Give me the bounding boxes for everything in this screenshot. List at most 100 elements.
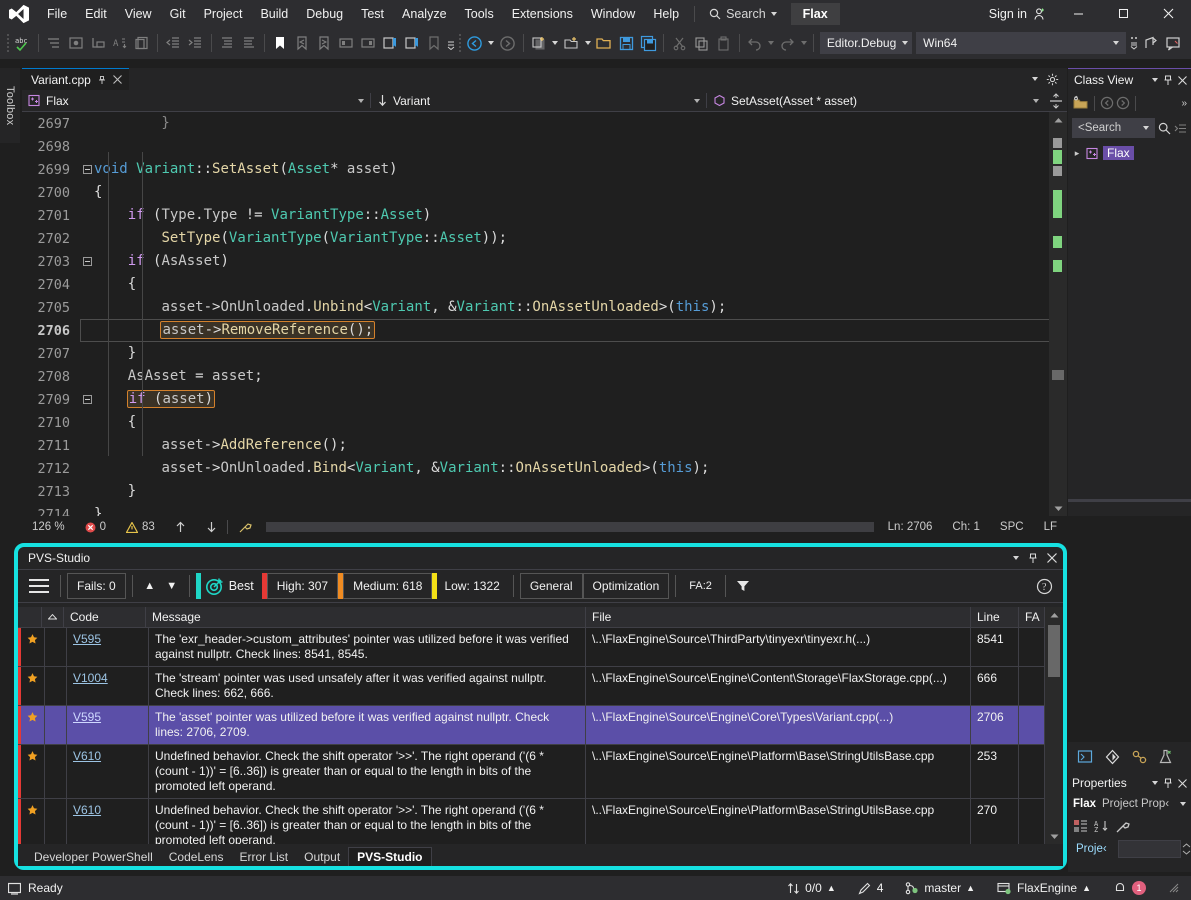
properties-menu-icon[interactable]: [1152, 781, 1158, 785]
solution-name-chip[interactable]: Flax: [791, 3, 840, 25]
pvs-table-body[interactable]: V595The 'exr_header->custom_attributes' …: [18, 628, 1063, 844]
navigate-forward-icon[interactable]: [1116, 96, 1130, 110]
code-line[interactable]: 2697 }: [22, 112, 1067, 135]
gear-icon[interactable]: [1046, 73, 1059, 86]
column-header-message[interactable]: Message: [146, 607, 586, 627]
cell-code[interactable]: V610: [67, 745, 149, 798]
close-icon[interactable]: [1178, 76, 1187, 85]
column-header-code[interactable]: Code: [64, 607, 146, 627]
pvs-best-filter[interactable]: Best: [201, 577, 262, 596]
split-editor-icon[interactable]: [1045, 90, 1067, 112]
tab-list-dropdown-icon[interactable]: [1032, 77, 1038, 81]
bookmark-clear-icon[interactable]: [423, 31, 445, 55]
fold-collapse-icon[interactable]: [80, 257, 94, 266]
property-pages-icon[interactable]: [1115, 819, 1131, 834]
spellcheck-icon[interactable]: abc: [12, 31, 34, 55]
bookmark-disable-icon[interactable]: [401, 31, 423, 55]
editor-zoom-level[interactable]: 126 %: [22, 521, 75, 533]
pvs-vertical-scrollbar[interactable]: [1045, 607, 1063, 844]
new-folder-dropdown-icon[interactable]: [582, 31, 593, 55]
sign-in-button[interactable]: Sign in: [979, 7, 1056, 21]
code-line[interactable]: 2711 asset->AddReference();: [22, 434, 1067, 457]
menu-debug[interactable]: Debug: [297, 2, 352, 26]
favorite-star-icon[interactable]: [21, 799, 45, 844]
paste-icon[interactable]: [712, 31, 734, 55]
open-file-icon[interactable]: [593, 31, 615, 55]
notifications-status[interactable]: 1: [1102, 881, 1157, 895]
code-line[interactable]: 2710 {: [22, 411, 1067, 434]
menu-build[interactable]: Build: [251, 2, 297, 26]
code-editor[interactable]: 2697 }26982699void Variant::SetAsset(Ass…: [22, 112, 1067, 516]
code-line[interactable]: 2707 }: [22, 342, 1067, 365]
scroll-up-arrow-icon[interactable]: [1049, 112, 1067, 128]
toolbar-grip-handle-2[interactable]: [456, 33, 464, 53]
new-folder-icon[interactable]: [1072, 95, 1089, 111]
editor-next-issue-button[interactable]: [196, 521, 227, 533]
comment-block-icon[interactable]: [215, 31, 237, 55]
git-sync-status[interactable]: 0/0 ▲: [776, 881, 847, 895]
diagnostic-code-link[interactable]: V610: [73, 803, 101, 817]
favorite-star-icon[interactable]: [21, 667, 45, 705]
resize-grip[interactable]: [1157, 882, 1191, 894]
new-item-icon[interactable]: [528, 31, 550, 55]
scroll-down-arrow-icon[interactable]: [1045, 828, 1063, 844]
table-row[interactable]: V610Undefined behavior. Check the shift …: [18, 799, 1063, 844]
code-line[interactable]: 2709 if (asset): [22, 388, 1067, 411]
diagnostic-code-link[interactable]: V610: [73, 749, 101, 763]
navigate-to-icon[interactable]: [87, 31, 109, 55]
bookmark-next-icon[interactable]: [313, 31, 335, 55]
save-icon[interactable]: [615, 31, 637, 55]
bookmark-folder-next-icon[interactable]: [357, 31, 379, 55]
menu-help[interactable]: Help: [644, 2, 688, 26]
categorized-view-icon[interactable]: [1073, 819, 1088, 833]
solution-platform-combo[interactable]: Win64: [916, 32, 1126, 54]
bookmark-folder-prev-icon[interactable]: [335, 31, 357, 55]
git-changes-icon[interactable]: [1101, 746, 1123, 768]
undo-icon[interactable]: [744, 31, 766, 55]
cell-code[interactable]: V595: [67, 706, 149, 744]
diagnostic-code-link[interactable]: V595: [73, 710, 101, 724]
pvs-scroll-thumb[interactable]: [1048, 625, 1060, 677]
menu-view[interactable]: View: [116, 2, 161, 26]
save-all-icon[interactable]: [637, 31, 659, 55]
class-view-icon[interactable]: [1128, 746, 1150, 768]
pvs-menu-icon[interactable]: [24, 573, 54, 599]
code-line[interactable]: 2700{: [22, 181, 1067, 204]
editor-warning-count[interactable]: 83: [116, 521, 165, 533]
cell-code[interactable]: V610: [67, 799, 149, 844]
menu-edit[interactable]: Edit: [76, 2, 116, 26]
editor-vertical-scrollbar[interactable]: [1049, 112, 1067, 516]
code-line[interactable]: 2701 if (Type.Type != VariantType::Asset…: [22, 204, 1067, 227]
code-line[interactable]: 2702 SetType(VariantType(VariantType::As…: [22, 227, 1067, 250]
navbar-type-combo[interactable]: Variant: [371, 90, 706, 112]
code-line[interactable]: 2704 {: [22, 273, 1067, 296]
bookmark-enable-icon[interactable]: [379, 31, 401, 55]
pvs-high-filter-button[interactable]: High: 307: [267, 573, 338, 599]
pvs-next-message-icon[interactable]: ▼: [161, 573, 183, 599]
toolbox-vertical-tab[interactable]: Toolbox: [0, 68, 20, 143]
copy-icon[interactable]: [690, 31, 712, 55]
code-line[interactable]: 2703 if (AsAsset): [22, 250, 1067, 273]
uncomment-block-icon[interactable]: [238, 31, 260, 55]
navigate-backward-dropdown-icon[interactable]: [486, 31, 497, 55]
redo-dropdown-icon[interactable]: [798, 31, 809, 55]
alphabetical-view-icon[interactable]: AZ: [1094, 819, 1109, 833]
properties-grid-row[interactable]: Proje‹: [1068, 838, 1191, 860]
solution-explorer-icon[interactable]: [1074, 746, 1096, 768]
fold-collapse-icon[interactable]: [80, 395, 94, 404]
column-header-file[interactable]: File: [586, 607, 971, 627]
code-line[interactable]: 2706 asset->RemoveReference();: [22, 319, 1067, 342]
comment-selection-icon[interactable]: [65, 31, 87, 55]
editor-spaces-indicator[interactable]: SPC: [990, 521, 1034, 533]
pvs-optimization-filter-button[interactable]: Optimization: [583, 573, 670, 599]
navigate-backward-icon[interactable]: [464, 31, 486, 55]
bookmark-prev-icon[interactable]: [291, 31, 313, 55]
redo-icon[interactable]: [776, 31, 798, 55]
toolbar-grip-handle[interactable]: [4, 33, 12, 53]
menu-analyze[interactable]: Analyze: [393, 2, 455, 26]
menu-project[interactable]: Project: [195, 2, 252, 26]
pending-changes-status[interactable]: 4: [847, 881, 895, 895]
bottom-tab-output[interactable]: Output: [296, 848, 348, 866]
navigate-backward-icon[interactable]: [1100, 96, 1114, 110]
help-icon[interactable]: ?: [1031, 573, 1057, 599]
